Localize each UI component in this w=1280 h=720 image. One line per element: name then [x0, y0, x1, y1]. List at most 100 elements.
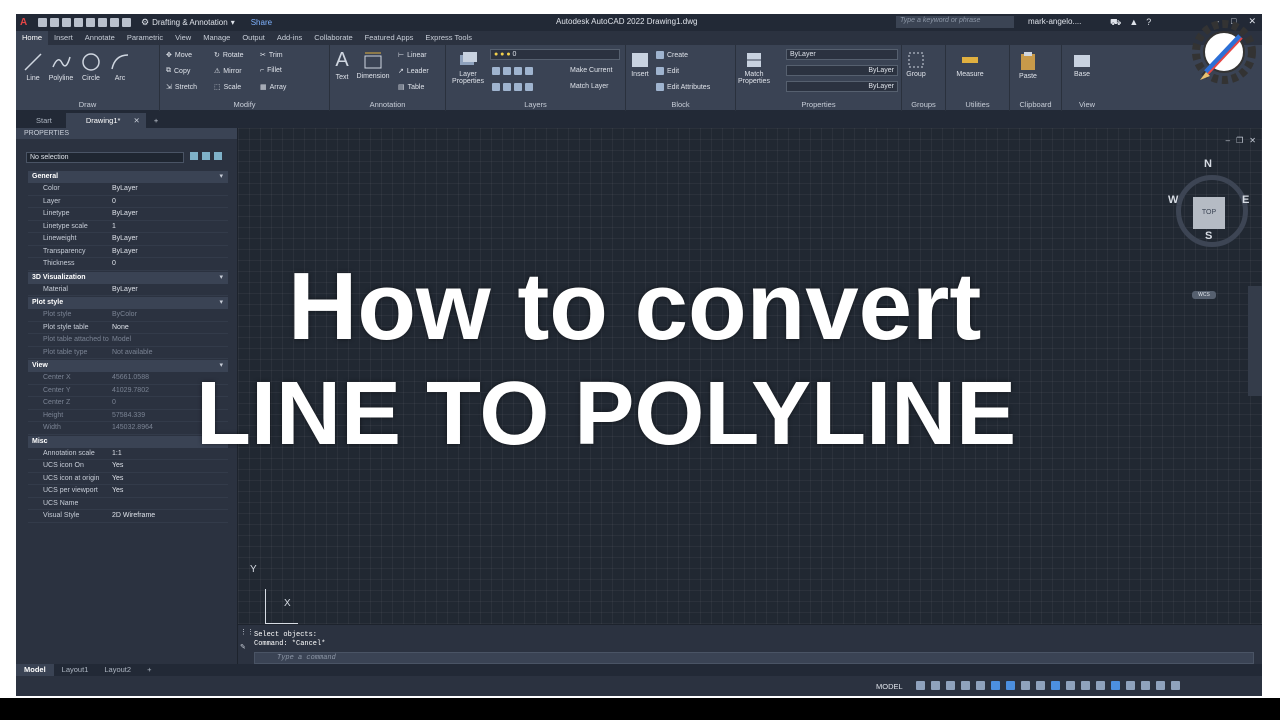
workspace-icon[interactable]	[1081, 681, 1090, 690]
tab-start[interactable]: Start	[16, 113, 66, 128]
property-row[interactable]: Plot table type Not available	[28, 347, 228, 359]
wcs-menu[interactable]: WCS	[1192, 291, 1216, 299]
properties-section-header[interactable]: Plot style	[28, 297, 228, 309]
isodraft-icon[interactable]	[976, 681, 985, 690]
model-space-toggle[interactable]: MODEL	[876, 682, 903, 691]
measure-button[interactable]: Measure	[952, 51, 988, 78]
viewport-restore-icon[interactable]: ❐	[1236, 136, 1243, 145]
edit-attributes-button[interactable]: Edit Attributes	[656, 83, 710, 91]
lineweight-icon[interactable]	[1021, 681, 1030, 690]
line-button[interactable]: Line	[20, 51, 46, 82]
panel-utilities-label[interactable]: Utilities	[946, 100, 1009, 109]
panel-modify-label[interactable]: Modify	[160, 100, 329, 109]
toggle-pickadd-icon[interactable]	[190, 152, 198, 160]
cart-icon[interactable]: ⛟	[1110, 17, 1121, 29]
mirror-button[interactable]: ⚠ Mirror	[214, 67, 242, 76]
circle-button[interactable]: Circle	[78, 51, 104, 82]
command-input[interactable]: Type a command	[254, 652, 1254, 664]
linetype-dropdown[interactable]: ByLayer	[786, 65, 898, 76]
tab-insert[interactable]: Insert	[48, 31, 79, 45]
tab-add-ins[interactable]: Add-ins	[271, 31, 308, 45]
viewport-close-icon[interactable]: ✕	[1249, 136, 1256, 145]
insert-button[interactable]: Insert	[628, 51, 652, 78]
polyline-button[interactable]: Polyline	[46, 51, 76, 82]
close-tab-icon[interactable]: ✕	[134, 113, 140, 128]
stretch-button[interactable]: ⇲ Stretch	[166, 83, 197, 92]
tab-parametric[interactable]: Parametric	[121, 31, 169, 45]
edit-block-button[interactable]: Edit	[656, 67, 679, 75]
panel-properties-label[interactable]: Properties	[736, 100, 901, 109]
autocad-logo-icon[interactable]: A	[20, 16, 34, 29]
tab-output[interactable]: Output	[236, 31, 271, 45]
layer-properties-button[interactable]: Layer Properties	[450, 51, 486, 85]
panel-clipboard-label[interactable]: Clipboard	[1010, 100, 1061, 109]
user-menu[interactable]: mark-angelo....	[1028, 17, 1081, 26]
properties-section-header[interactable]: 3D Visualization	[28, 271, 228, 284]
select-objects-icon[interactable]	[202, 152, 210, 160]
make-current-button[interactable]: Make Current	[570, 67, 612, 74]
text-button[interactable]: A Text	[332, 49, 352, 81]
create-block-button[interactable]: Create	[656, 51, 688, 59]
property-row[interactable]: UCS icon at origin Yes	[28, 473, 228, 485]
property-row[interactable]: UCS per viewport Yes	[28, 485, 228, 498]
tab-featured-apps[interactable]: Featured Apps	[359, 31, 420, 45]
property-row[interactable]: Plot style ByColor	[28, 309, 228, 322]
property-row[interactable]: Linetype scale 1	[28, 221, 228, 233]
tab-manage[interactable]: Manage	[197, 31, 236, 45]
tab-drawing1[interactable]: Drawing1* ✕	[65, 113, 146, 128]
lineweight-dropdown[interactable]: ByLayer	[786, 81, 898, 92]
fullscreen-icon[interactable]	[1156, 681, 1165, 690]
selection-cycling-icon[interactable]	[1051, 681, 1060, 690]
dimension-button[interactable]: Dimension	[354, 51, 392, 80]
isolate-objects-icon[interactable]	[1141, 681, 1150, 690]
paste-button[interactable]: Paste	[1016, 51, 1040, 80]
array-button[interactable]: ▦ Array	[260, 83, 286, 92]
compass-south[interactable]: S	[1205, 230, 1212, 242]
layer-tools-row-2[interactable]	[492, 83, 533, 91]
fillet-button[interactable]: ⌐ Fillet	[260, 67, 282, 74]
polar-icon[interactable]	[961, 681, 970, 690]
layer-tools-row-1[interactable]	[492, 67, 533, 75]
match-properties-button[interactable]: Match Properties	[738, 51, 770, 85]
selection-dropdown[interactable]: No selection	[26, 152, 184, 163]
units-icon[interactable]	[1111, 681, 1120, 690]
arc-button[interactable]: Arc	[108, 51, 132, 82]
customization-icon[interactable]	[1171, 681, 1180, 690]
grid-icon[interactable]	[916, 681, 925, 690]
properties-header[interactable]: PROPERTIES	[16, 128, 237, 139]
panel-draw-label[interactable]: Draw	[16, 100, 159, 109]
layer-dropdown[interactable]: ● ● ● 0	[490, 49, 620, 60]
compass-east[interactable]: E	[1242, 194, 1249, 206]
navigation-bar[interactable]	[1248, 286, 1262, 396]
search-input[interactable]: Type a keyword or phrase	[896, 16, 1014, 28]
quick-properties-icon[interactable]	[1126, 681, 1135, 690]
transparency-icon[interactable]	[1036, 681, 1045, 690]
tab-annotate[interactable]: Annotate	[79, 31, 121, 45]
plot-icon[interactable]	[98, 18, 107, 27]
move-button[interactable]: ✥ Move	[166, 51, 192, 60]
save-as-icon[interactable]	[74, 18, 83, 27]
property-row[interactable]: Color ByLayer	[28, 183, 228, 196]
trim-button[interactable]: ✂ Trim	[260, 51, 283, 60]
property-row[interactable]: Visual Style 2D Wireframe	[28, 510, 228, 523]
linear-button[interactable]: ⊢ Linear	[398, 51, 427, 60]
undo-icon[interactable]	[110, 18, 119, 27]
property-row[interactable]: UCS Name	[28, 498, 228, 510]
quick-select-icon[interactable]	[214, 152, 222, 160]
property-row[interactable]: Material ByLayer	[28, 284, 228, 296]
compass-north[interactable]: N	[1204, 158, 1212, 170]
color-dropdown[interactable]: ByLayer	[786, 49, 898, 60]
new-icon[interactable]	[38, 18, 47, 27]
help-icon[interactable]: ?	[1146, 17, 1151, 29]
rotate-button[interactable]: ↻ Rotate	[214, 51, 244, 60]
copy-button[interactable]: ⧉ Copy	[166, 67, 190, 75]
tab-model[interactable]: Model	[16, 664, 54, 676]
workspace-switcher[interactable]: ⚙ Drafting & Annotation ▾	[141, 17, 235, 28]
object-snap-icon[interactable]	[1006, 681, 1015, 690]
properties-section-header[interactable]: General	[28, 171, 228, 183]
leader-button[interactable]: ↗ Leader	[398, 67, 429, 76]
property-row[interactable]: Thickness 0	[28, 258, 228, 271]
add-layout-button[interactable]: +	[139, 664, 159, 676]
object-snap-tracking-icon[interactable]	[991, 681, 1000, 690]
redo-icon[interactable]	[122, 18, 131, 27]
